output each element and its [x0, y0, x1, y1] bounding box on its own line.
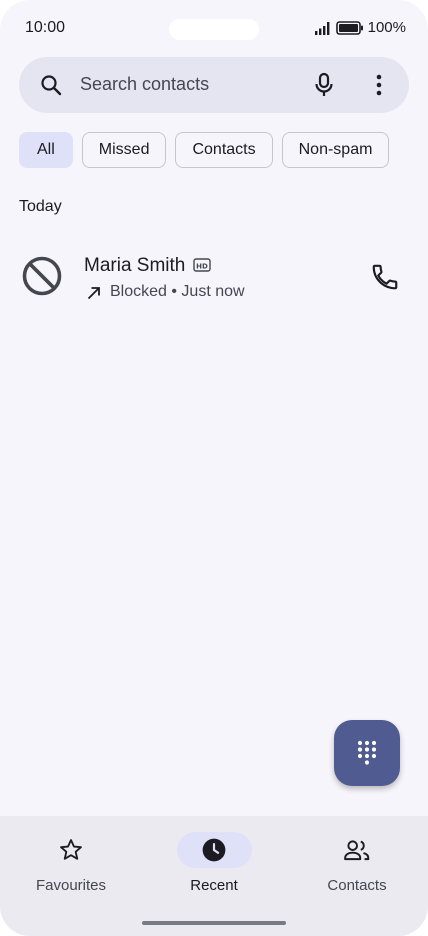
battery-icon [335, 20, 363, 35]
nav-favourites-pill [34, 832, 109, 868]
chip-non-spam[interactable]: Non-spam [281, 132, 390, 168]
call-status: Blocked • Just now [110, 283, 245, 300]
system-icons: 100% [314, 19, 406, 36]
chip-contacts[interactable]: Contacts [175, 132, 273, 168]
blocked-icon [22, 256, 62, 296]
nav-contacts[interactable]: Contacts [302, 832, 412, 894]
nav-favourites[interactable]: Favourites [16, 832, 126, 894]
phone-icon[interactable] [370, 262, 400, 292]
nav-favourites-label: Favourites [35, 877, 107, 894]
camera-notch [169, 19, 259, 40]
more-vert-icon[interactable] [369, 73, 389, 97]
phone-screen: 10:00 100% Search contacts All Missed Co… [0, 0, 428, 936]
nav-contacts-pill [320, 832, 395, 868]
star-icon [60, 839, 82, 860]
search-bar[interactable]: Search contacts [19, 57, 409, 113]
nav-recent-pill [176, 832, 252, 868]
svg-text:HD: HD [196, 262, 208, 270]
search-input[interactable]: Search contacts [80, 74, 209, 95]
dialpad-button[interactable] [334, 720, 400, 786]
signal-icon [314, 21, 330, 35]
section-header-today: Today [19, 198, 62, 215]
chip-all[interactable]: All [19, 132, 73, 168]
nav-recent-label: Recent [190, 877, 238, 894]
status-bar: 10:00 100% [0, 0, 428, 56]
dialpad-icon [357, 740, 377, 765]
bottom-navigation: Favourites Recent Contacts [0, 816, 428, 936]
outgoing-arrow-icon [87, 287, 100, 300]
status-time: 10:00 [25, 19, 66, 36]
people-icon [344, 840, 370, 861]
battery-percent: 100% [367, 19, 406, 36]
clock-icon [202, 838, 226, 862]
mic-icon[interactable] [312, 72, 336, 98]
nav-contacts-label: Contacts [327, 877, 387, 894]
filter-chips: All Missed Contacts Non-spam [19, 132, 390, 168]
search-icon[interactable] [39, 73, 63, 97]
call-log-row[interactable]: Maria Smith HD Blocked • Just now [0, 236, 428, 316]
home-indicator[interactable] [142, 921, 286, 925]
nav-recent[interactable]: Recent [159, 832, 269, 894]
chip-missed[interactable]: Missed [81, 132, 167, 168]
caller-name: Maria Smith [84, 255, 186, 276]
hd-icon: HD [193, 258, 211, 272]
